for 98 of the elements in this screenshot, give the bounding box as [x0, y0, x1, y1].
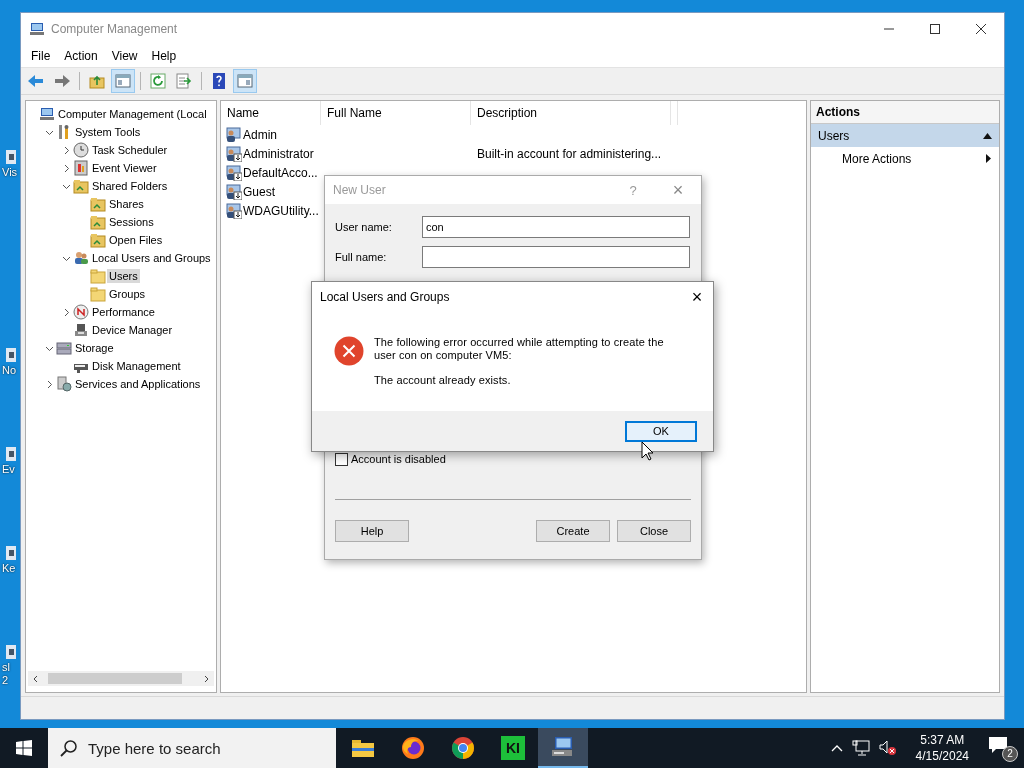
desktop-icon-label[interactable]: Vis	[2, 166, 18, 179]
taskbar-app-button[interactable]: KI	[488, 728, 538, 768]
menu-item[interactable]: View	[104, 49, 145, 63]
close-icon[interactable]: ×	[655, 179, 701, 201]
muted-speaker-icon[interactable]	[878, 740, 897, 756]
network-icon[interactable]	[851, 740, 870, 756]
actions-title: Actions	[811, 101, 999, 124]
scroll-left-icon[interactable]	[32, 674, 40, 683]
event-viewer-icon	[73, 160, 89, 176]
tree-item[interactable]: System Tools	[73, 125, 143, 139]
show-hidden-icons-icon[interactable]	[830, 744, 843, 752]
tree-item[interactable]: Groups	[107, 287, 148, 301]
performance-icon	[73, 304, 89, 320]
notification-count: 2	[1002, 746, 1018, 762]
firefox-logo-icon	[401, 736, 425, 760]
clock-time: 5:37 AM	[920, 732, 965, 748]
folder-icon	[90, 268, 106, 284]
column-header[interactable]: Name	[221, 101, 321, 125]
tree-item[interactable]: Shares	[107, 197, 146, 211]
tree-item[interactable]: Services and Applications	[73, 377, 203, 391]
desktop-shortcut-icon[interactable]	[6, 546, 16, 560]
tree-item[interactable]: Task Scheduler	[90, 143, 170, 157]
column-header[interactable]: Full Name	[321, 101, 471, 125]
tree-item[interactable]: Users	[107, 269, 140, 283]
taskbar-app-button[interactable]	[538, 728, 588, 768]
field-label: User name:	[335, 221, 393, 233]
desktop-icon-label[interactable]: 2	[2, 674, 9, 687]
clock-date: 4/15/2024	[915, 748, 969, 764]
services-icon	[56, 376, 72, 392]
menu-item[interactable]: Help	[144, 49, 184, 63]
console-tree-icon[interactable]	[111, 69, 135, 93]
dialog-button[interactable]: Help	[335, 520, 409, 542]
checkbox-label[interactable]: Account is disabled	[351, 453, 446, 465]
collapse-triangle-icon	[983, 132, 992, 139]
computer-icon	[39, 106, 55, 122]
shared-folder-icon	[90, 196, 106, 212]
desktop-icon-label[interactable]: Ev	[2, 463, 15, 476]
dialog-button[interactable]: Close	[617, 520, 691, 542]
desktop-shortcut-icon[interactable]	[6, 645, 16, 659]
close-icon[interactable]: ×	[681, 286, 713, 308]
ok-button[interactable]: OK	[625, 420, 697, 442]
actions-section-header[interactable]: Users	[811, 124, 999, 147]
tree-item[interactable]: Computer Management (Local	[56, 107, 209, 121]
shared-folder-icon	[90, 214, 106, 230]
device-manager-icon	[73, 322, 89, 338]
desktop-shortcut-icon[interactable]	[6, 150, 16, 164]
shared-folder-icon	[90, 232, 106, 248]
clock[interactable]: 5:37 AM 4/15/2024	[915, 732, 969, 764]
menu-item[interactable]: File	[24, 49, 58, 63]
menu-item[interactable]: Action	[57, 49, 105, 63]
folder-icon	[351, 738, 375, 758]
computer-icon	[29, 21, 45, 37]
maximize-icon[interactable]	[930, 24, 940, 34]
desktop-icon-label[interactable]: Ke	[2, 562, 16, 575]
dialog-title: New User	[333, 183, 387, 197]
input-field[interactable]: con	[422, 216, 690, 238]
clock-icon	[73, 142, 89, 158]
tree-item[interactable]: Sessions	[107, 215, 156, 229]
tree-item[interactable]: Open Files	[107, 233, 165, 247]
user-description: Built-in account for administering...	[477, 146, 662, 161]
column-header[interactable]: Description	[471, 101, 671, 125]
error-detail: The account already exists.	[374, 374, 512, 387]
action-item[interactable]: More Actions	[811, 147, 999, 170]
tree-item[interactable]: Device Manager	[90, 323, 175, 337]
desktop-icon-label[interactable]: No	[2, 364, 17, 377]
search-icon	[60, 739, 78, 757]
checkbox[interactable]	[335, 452, 348, 466]
desktop-shortcut-icon[interactable]	[6, 348, 16, 362]
close-icon[interactable]	[976, 24, 986, 34]
folder-icon	[90, 286, 106, 302]
input-field[interactable]	[422, 246, 690, 268]
scroll-right-icon[interactable]	[202, 674, 210, 683]
desktop-shortcut-icon[interactable]	[6, 447, 16, 461]
user-name[interactable]: Admin	[243, 127, 277, 142]
error-message: The following error occurred while attempting to create the user con on computer VM5:	[374, 336, 665, 362]
chrome-logo-icon	[451, 736, 475, 760]
notifications-icon[interactable]	[988, 736, 1008, 754]
submenu-triangle-icon	[986, 154, 991, 163]
dialog-button[interactable]: Create	[536, 520, 610, 542]
tree-item[interactable]: Local Users and Groups	[90, 251, 213, 265]
horizontal-scrollbar[interactable]	[28, 671, 214, 686]
error-icon	[334, 336, 364, 366]
tree-item[interactable]: Storage	[73, 341, 116, 355]
field-label: Full name:	[335, 251, 388, 263]
tree-item[interactable]: Event Viewer	[90, 161, 159, 175]
tree-item[interactable]: Disk Management	[90, 359, 183, 373]
users-icon	[73, 250, 89, 266]
tree-item[interactable]: Performance	[90, 305, 157, 319]
storage-icon	[56, 340, 72, 356]
windows-start-icon[interactable]	[16, 740, 32, 756]
app-logo: KI	[501, 736, 525, 760]
window-title: Computer Management	[51, 22, 179, 36]
dialog-title: Local Users and Groups	[320, 290, 451, 304]
search-field[interactable]: Type here to search	[48, 728, 336, 768]
computer-icon	[551, 736, 575, 758]
desktop-icon-label[interactable]: sl	[2, 661, 10, 674]
shared-folder-icon	[73, 178, 89, 194]
tree-item[interactable]: Shared Folders	[90, 179, 170, 193]
